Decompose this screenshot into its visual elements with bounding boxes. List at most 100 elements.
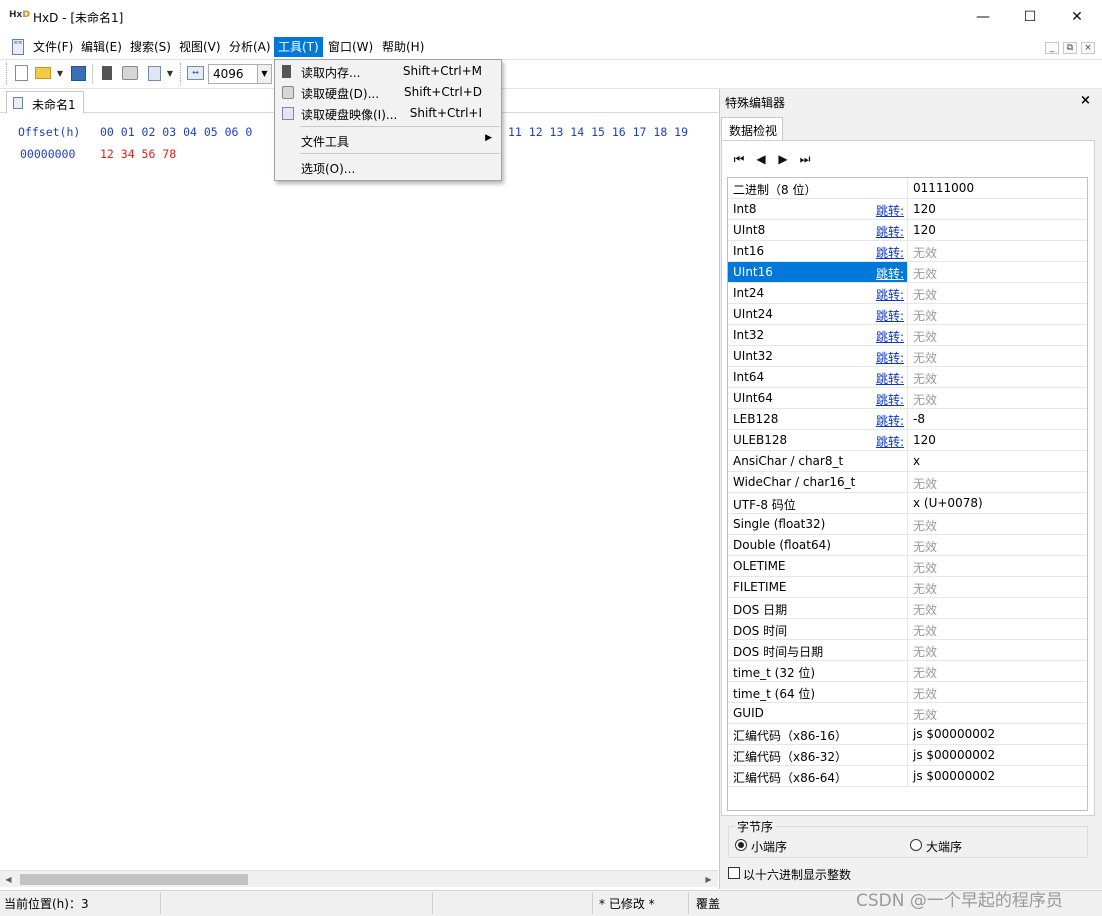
inspector-value[interactable]: 120: [907, 220, 1087, 240]
menu-item-read-disk[interactable]: 读取硬盘(D)... Shift+Ctrl+D: [275, 82, 501, 103]
inspector-row[interactable]: Int8跳转:120: [728, 199, 1087, 220]
jump-link[interactable]: 跳转:: [876, 244, 904, 261]
close-button[interactable]: ✕: [1054, 0, 1100, 34]
inspector-row[interactable]: GUID无效: [728, 703, 1087, 724]
horizontal-scrollbar[interactable]: ◀ ▶: [0, 870, 718, 887]
mdi-minimize-button[interactable]: _: [1045, 42, 1059, 54]
inspector-row[interactable]: time_t (64 位)无效: [728, 682, 1087, 703]
open-dropdown-button[interactable]: ▼: [54, 64, 66, 82]
menu-analysis[interactable]: 分析(A): [225, 37, 275, 57]
inspector-value[interactable]: 01111000: [907, 178, 1087, 198]
inspector-row[interactable]: 汇编代码（x86-16）js $00000002: [728, 724, 1087, 745]
inspector-value[interactable]: 无效: [907, 577, 1087, 597]
inspector-value[interactable]: js $00000002: [907, 766, 1087, 786]
toolbar-grip[interactable]: [6, 63, 9, 85]
inspector-value[interactable]: 无效: [907, 556, 1087, 576]
open-disk-image-button[interactable]: [145, 64, 163, 82]
last-icon[interactable]: ⏭: [797, 151, 813, 167]
menu-search[interactable]: 搜索(S): [126, 37, 175, 57]
inspector-row[interactable]: 二进制（8 位）01111000: [728, 178, 1087, 199]
jump-link[interactable]: 跳转:: [876, 286, 904, 303]
jump-link[interactable]: 跳转:: [876, 307, 904, 324]
inspector-value[interactable]: 无效: [907, 682, 1087, 702]
inspector-row[interactable]: UInt16跳转:无效: [728, 262, 1087, 283]
menu-file[interactable]: 文件(F): [29, 37, 77, 57]
inspector-value[interactable]: 无效: [907, 703, 1087, 723]
scroll-left-icon[interactable]: ◀: [0, 871, 17, 888]
inspector-row[interactable]: Single (float32)无效: [728, 514, 1087, 535]
jump-link[interactable]: 跳转:: [876, 349, 904, 366]
inspector-value[interactable]: 无效: [907, 367, 1087, 387]
disk-dropdown-button[interactable]: ▼: [164, 64, 176, 82]
inspector-row[interactable]: DOS 日期无效: [728, 598, 1087, 619]
panel-close-button[interactable]: ×: [1080, 93, 1091, 108]
inspector-row[interactable]: Int16跳转:无效: [728, 241, 1087, 262]
inspector-row[interactable]: WideChar / char16_t无效: [728, 472, 1087, 493]
inspector-value[interactable]: 无效: [907, 514, 1087, 534]
menu-item-read-disk-image[interactable]: 读取硬盘映像(I)... Shift+Ctrl+I: [275, 103, 501, 124]
menu-view[interactable]: 视图(V): [175, 37, 225, 57]
bytes-per-row-combo[interactable]: 4096 ▼: [208, 64, 272, 84]
inspector-value[interactable]: 无效: [907, 304, 1087, 324]
little-endian-label[interactable]: 小端序: [751, 838, 787, 855]
menu-edit[interactable]: 编辑(E): [77, 37, 126, 57]
menu-window[interactable]: 窗口(W): [324, 37, 377, 57]
inspector-value[interactable]: js $00000002: [907, 745, 1087, 765]
hex-integers-label[interactable]: 以十六进制显示整数: [743, 866, 851, 883]
inspector-value[interactable]: 无效: [907, 472, 1087, 492]
inspector-value[interactable]: x: [907, 451, 1087, 471]
menu-tools[interactable]: 工具(T): [274, 37, 323, 57]
scroll-thumb[interactable]: [20, 874, 248, 885]
inspector-value[interactable]: x (U+0078): [907, 493, 1087, 513]
inspector-row[interactable]: OLETIME无效: [728, 556, 1087, 577]
jump-link[interactable]: 跳转:: [876, 370, 904, 387]
inspector-row[interactable]: 汇编代码（x86-32）js $00000002: [728, 745, 1087, 766]
inspector-row[interactable]: Double (float64)无效: [728, 535, 1087, 556]
document-icon[interactable]: ≡≡: [12, 39, 24, 55]
little-endian-radio[interactable]: [735, 839, 747, 851]
jump-link[interactable]: 跳转:: [876, 433, 904, 450]
chevron-down-icon[interactable]: ▼: [257, 65, 271, 83]
big-endian-label[interactable]: 大端序: [926, 838, 962, 855]
inspector-value[interactable]: 无效: [907, 241, 1087, 261]
inspector-row[interactable]: UInt24跳转:无效: [728, 304, 1087, 325]
save-button[interactable]: [69, 64, 87, 82]
menu-item-read-memory[interactable]: 读取内存... Shift+Ctrl+M: [275, 61, 501, 82]
hex-integers-checkbox[interactable]: [728, 867, 740, 879]
maximize-button[interactable]: ☐: [1007, 0, 1053, 34]
open-memory-button[interactable]: [98, 64, 116, 82]
jump-link[interactable]: 跳转:: [876, 412, 904, 429]
inspector-row[interactable]: Int24跳转:无效: [728, 283, 1087, 304]
inspector-value[interactable]: 无效: [907, 262, 1087, 282]
jump-link[interactable]: 跳转:: [876, 265, 904, 282]
inspector-value[interactable]: 无效: [907, 661, 1087, 681]
first-icon[interactable]: ⏮: [731, 151, 747, 167]
inspector-value[interactable]: 120: [907, 199, 1087, 219]
inspector-row[interactable]: DOS 时间与日期无效: [728, 640, 1087, 661]
inspector-value[interactable]: 无效: [907, 283, 1087, 303]
open-file-button[interactable]: [34, 64, 52, 82]
inspector-value[interactable]: 无效: [907, 640, 1087, 660]
inspector-value[interactable]: 无效: [907, 535, 1087, 555]
tab-data-inspector[interactable]: 数据检视: [721, 117, 783, 141]
jump-link[interactable]: 跳转:: [876, 391, 904, 408]
inspector-row[interactable]: Int32跳转:无效: [728, 325, 1087, 346]
big-endian-radio[interactable]: [910, 839, 922, 851]
hex-editor[interactable]: [0, 114, 718, 870]
inspector-row[interactable]: DOS 时间无效: [728, 619, 1087, 640]
mdi-close-button[interactable]: ×: [1081, 42, 1095, 54]
inspector-row[interactable]: time_t (32 位)无效: [728, 661, 1087, 682]
mdi-restore-button[interactable]: ⧉: [1063, 42, 1077, 54]
inspector-row[interactable]: ULEB128跳转:120: [728, 430, 1087, 451]
inspector-row[interactable]: LEB128跳转:-8: [728, 409, 1087, 430]
inspector-row[interactable]: FILETIME无效: [728, 577, 1087, 598]
inspector-row[interactable]: UInt64跳转:无效: [728, 388, 1087, 409]
menu-help[interactable]: 帮助(H): [378, 37, 428, 57]
inspector-row[interactable]: Int64跳转:无效: [728, 367, 1087, 388]
new-file-button[interactable]: [12, 64, 30, 82]
inspector-value[interactable]: 无效: [907, 325, 1087, 345]
inspector-value[interactable]: 无效: [907, 346, 1087, 366]
inspector-value[interactable]: 无效: [907, 388, 1087, 408]
next-icon[interactable]: ▶: [775, 151, 791, 167]
jump-link[interactable]: 跳转:: [876, 202, 904, 219]
